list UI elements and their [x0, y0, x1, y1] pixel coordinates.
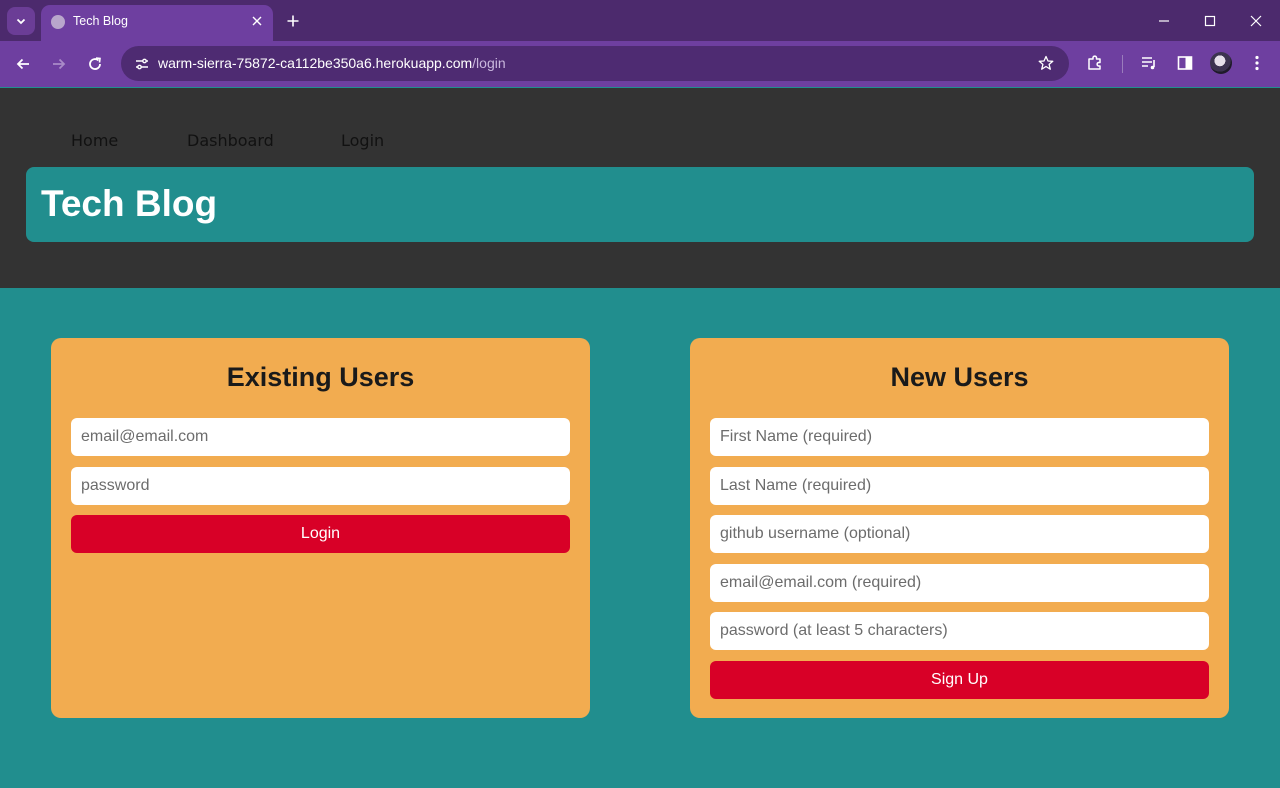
reload-icon — [89, 57, 101, 70]
more-vertical-icon — [1255, 55, 1259, 71]
puzzle-icon — [1088, 55, 1101, 70]
browser-menu-button[interactable] — [1245, 51, 1269, 75]
toolbar-separator — [1122, 55, 1123, 73]
login-email-input[interactable] — [71, 418, 570, 456]
arrow-right-icon — [53, 58, 66, 70]
site-title-banner: Tech Blog — [26, 167, 1254, 242]
site-nav: Home Dashboard Login — [71, 131, 384, 150]
tab-close-button[interactable] — [249, 13, 265, 29]
url-path: /login — [472, 55, 506, 71]
extensions-button[interactable] — [1083, 51, 1107, 75]
close-icon — [1250, 15, 1262, 27]
forward-button[interactable] — [45, 50, 73, 78]
minimize-icon — [1159, 20, 1169, 22]
site-header: Home Dashboard Login Tech Blog — [0, 88, 1280, 288]
first-name-input[interactable] — [710, 418, 1209, 456]
signup-card: New Users Sign Up — [690, 338, 1229, 718]
browser-tab-strip: Tech Blog — [0, 0, 1280, 41]
back-button[interactable] — [9, 50, 37, 78]
profile-avatar[interactable] — [1210, 52, 1232, 74]
tune-icon — [136, 58, 148, 70]
nav-login-link[interactable]: Login — [341, 131, 384, 150]
signup-form: Sign Up — [710, 418, 1209, 699]
plus-icon — [287, 15, 299, 27]
signup-heading: New Users — [890, 362, 1029, 392]
site-info-button[interactable] — [129, 51, 155, 77]
nav-dashboard-link[interactable]: Dashboard — [187, 131, 341, 150]
minimize-button[interactable] — [1152, 9, 1176, 33]
login-button[interactable]: Login — [71, 515, 570, 553]
maximize-icon — [1204, 15, 1216, 27]
tab-search-button[interactable] — [7, 7, 35, 35]
close-icon — [252, 16, 262, 26]
site-title: Tech Blog — [41, 183, 218, 224]
chevron-down-icon — [16, 18, 26, 25]
nav-home-link[interactable]: Home — [71, 131, 187, 150]
bookmark-button[interactable] — [1035, 52, 1057, 74]
address-bar[interactable]: warm-sierra-75872-ca112be350a6.herokuapp… — [121, 46, 1069, 81]
media-controls-button[interactable] — [1137, 51, 1161, 75]
signup-password-input[interactable] — [710, 612, 1209, 650]
browser-tab-active[interactable]: Tech Blog — [41, 5, 273, 41]
url-text: warm-sierra-75872-ca112be350a6.herokuapp… — [158, 55, 506, 71]
url-host: warm-sierra-75872-ca112be350a6.herokuapp… — [158, 55, 473, 71]
close-window-button[interactable] — [1244, 9, 1268, 33]
maximize-button[interactable] — [1198, 9, 1222, 33]
side-panel-icon — [1177, 56, 1193, 70]
tab-title: Tech Blog — [73, 14, 128, 28]
login-heading: Existing Users — [226, 362, 415, 392]
browser-toolbar: warm-sierra-75872-ca112be350a6.herokuapp… — [0, 41, 1280, 87]
login-form: Login — [71, 418, 570, 553]
arrow-left-icon — [16, 58, 29, 70]
playlist-icon — [1142, 57, 1155, 70]
signup-button[interactable]: Sign Up — [710, 660, 1209, 699]
reload-button[interactable] — [81, 50, 109, 78]
last-name-input[interactable] — [710, 466, 1209, 505]
new-tab-button[interactable] — [282, 10, 304, 32]
side-panel-button[interactable] — [1173, 51, 1197, 75]
signup-email-input[interactable] — [710, 563, 1209, 602]
github-username-input[interactable] — [710, 515, 1209, 553]
login-card: Existing Users Login — [51, 338, 590, 718]
globe-icon — [51, 15, 65, 29]
star-icon — [1038, 55, 1054, 70]
login-password-input[interactable] — [71, 466, 570, 505]
